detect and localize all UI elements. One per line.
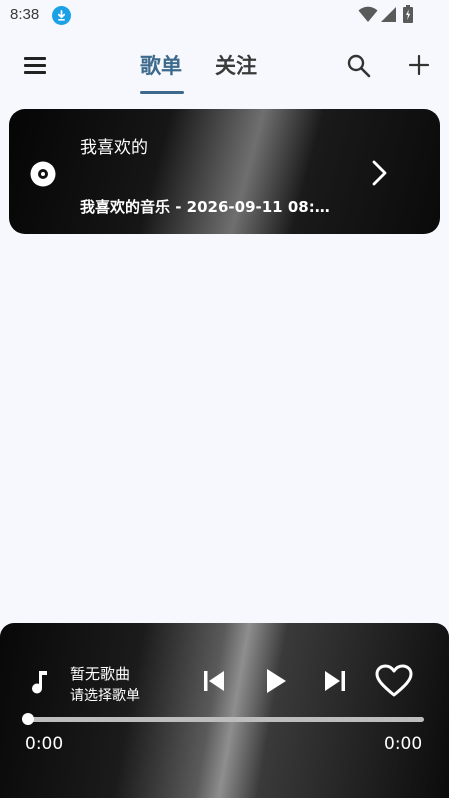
tab-follow[interactable]: 关注 [215, 50, 257, 80]
progress-track[interactable] [27, 717, 424, 722]
song-title: 暂无歌曲 [70, 665, 131, 683]
app-screen: 8:38 歌单 关注 我喜欢的 我喜欢的音乐 - 2026-09-11 08:…… [0, 0, 449, 798]
playlist-subtitle: 我喜欢的音乐 - 2026-09-11 08:… [80, 198, 330, 216]
active-tab-indicator [140, 91, 184, 94]
chevron-right-icon[interactable] [367, 159, 391, 187]
skip-previous-icon[interactable] [201, 668, 227, 694]
music-note-icon [32, 671, 47, 694]
playlist-card[interactable]: 我喜欢的 我喜欢的音乐 - 2026-09-11 08:… [9, 109, 440, 234]
progress-thumb[interactable] [22, 713, 34, 725]
top-app-bar: 歌单 关注 [0, 40, 449, 96]
play-icon[interactable] [263, 667, 289, 695]
current-time: 0:00 [25, 734, 64, 754]
signal-icon [381, 7, 396, 22]
player-bar: 暂无歌曲 请选择歌单 0:00 0:00 [0, 623, 449, 798]
status-bar: 8:38 [0, 0, 449, 32]
total-time: 0:00 [384, 734, 423, 754]
menu-icon [24, 57, 46, 60]
skip-next-icon[interactable] [322, 668, 348, 694]
status-time: 8:38 [10, 6, 40, 23]
disc-icon [30, 161, 56, 187]
heart-icon[interactable] [375, 664, 413, 698]
download-badge-icon [52, 6, 71, 25]
plus-icon[interactable] [407, 53, 431, 77]
wifi-icon [358, 6, 378, 22]
battery-icon [403, 5, 413, 23]
search-icon[interactable] [346, 53, 372, 79]
menu-button[interactable] [20, 52, 52, 80]
song-subtitle: 请选择歌单 [70, 688, 140, 704]
playlist-title: 我喜欢的 [80, 138, 148, 158]
tab-playlist[interactable]: 歌单 [140, 50, 182, 80]
